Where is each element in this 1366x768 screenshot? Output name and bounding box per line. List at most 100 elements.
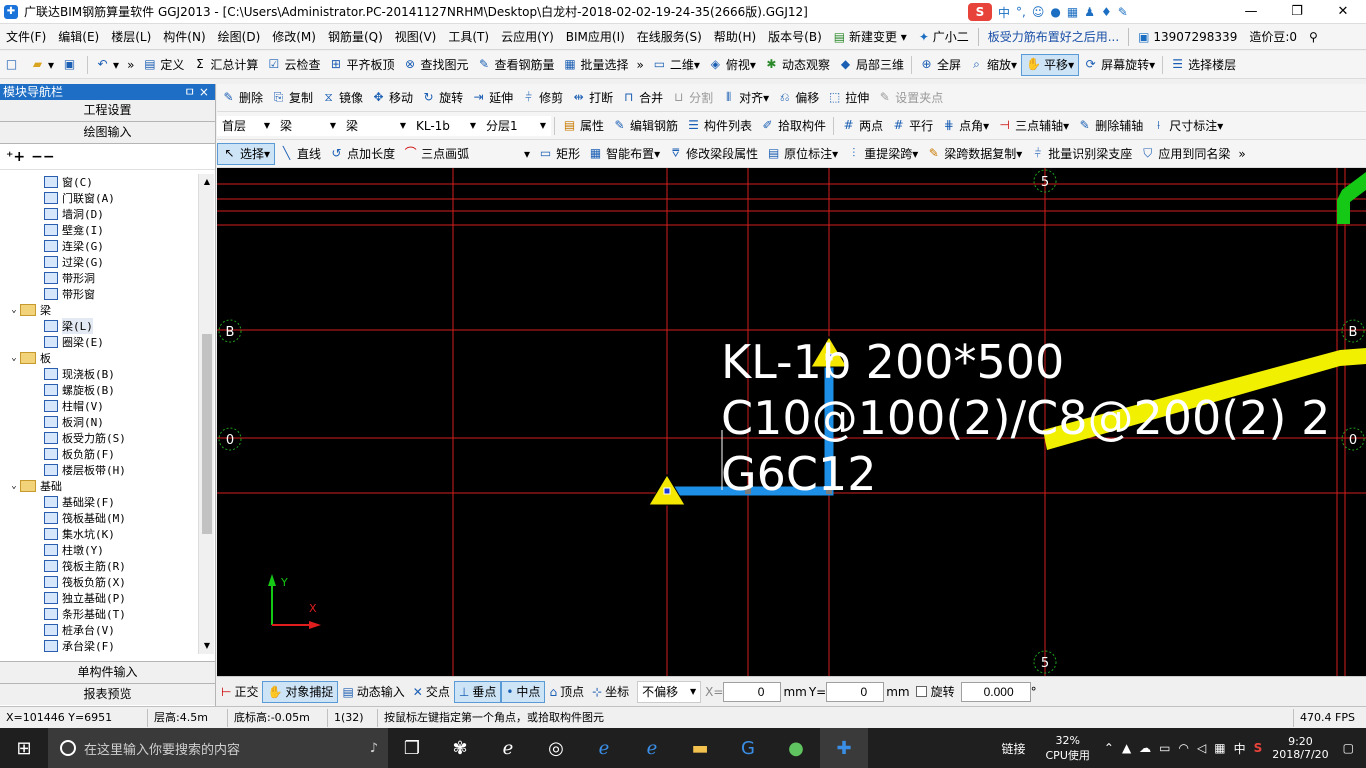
more-icon[interactable]: »	[1234, 143, 1249, 165]
properties-button[interactable]: ▤ 属性	[558, 115, 608, 137]
sogou-tray-icon[interactable]: S	[1254, 741, 1263, 755]
point-length-button[interactable]: ↺ 点加长度	[325, 143, 399, 165]
type-select-2[interactable]: 梁 ▼	[341, 115, 411, 136]
single-component-input-button[interactable]: 单构件输入	[0, 661, 215, 683]
tree-item[interactable]: 楼层板带(H)	[0, 462, 198, 478]
undo-button[interactable]: ↶ ▾	[91, 54, 123, 76]
pin-close-icon[interactable]: ㅁ ×	[184, 84, 215, 100]
view-rebar-button[interactable]: ✎ 查看钢筋量	[472, 54, 558, 76]
green-beam[interactable]	[1337, 172, 1366, 224]
new-button[interactable]: □	[0, 54, 26, 76]
tree-item[interactable]: 筏板负筋(X)	[0, 574, 198, 590]
batch-identify-support-button[interactable]: ⫩ 批量识别梁支座	[1026, 143, 1136, 165]
pan-button[interactable]: ✋ 平移 ▾	[1021, 53, 1080, 76]
cloud-check-button[interactable]: ☑ 云检查	[262, 54, 324, 76]
beam-label-name[interactable]: KL-1b 200*500	[721, 335, 1064, 389]
screen-rotate-dropdown[interactable]: ⟳ 屏幕旋转 ▾	[1079, 54, 1159, 76]
tree-expand-collapse[interactable]: ⁺+ −−	[0, 144, 215, 170]
tree-item[interactable]: 螺旋板(B)	[0, 382, 198, 398]
smile-icon[interactable]: ☺	[1032, 5, 1045, 19]
chevron-down-icon[interactable]: ⌄	[8, 481, 20, 491]
ime-lang[interactable]: 中	[998, 4, 1010, 21]
menu-floor[interactable]: 楼层(L)	[105, 28, 157, 45]
tree-item[interactable]: 梁(L)	[0, 318, 198, 334]
tree-item[interactable]: 柱墩(Y)	[0, 542, 198, 558]
local-3d-button[interactable]: ◆ 局部三维	[834, 54, 908, 76]
summary-calc-button[interactable]: Σ 汇总计算	[188, 54, 262, 76]
account-phone[interactable]: ▣ 13907298339	[1132, 30, 1243, 44]
component-list-button[interactable]: ☰ 构件列表	[682, 115, 756, 137]
volume-icon[interactable]: ◁	[1197, 741, 1206, 755]
tree-item[interactable]: 集水坑(K)	[0, 526, 198, 542]
trim-button[interactable]: ⫩ 修剪	[517, 87, 567, 109]
chevron-up-icon[interactable]: ⌃	[1104, 741, 1114, 755]
tree-item[interactable]: 过梁(G)	[0, 254, 198, 270]
view-2d-dropdown[interactable]: ▭ 二维 ▾	[648, 54, 704, 76]
browser-icon[interactable]: ◎	[532, 728, 580, 768]
drawing-input-button[interactable]: 绘图输入	[0, 122, 215, 144]
menu-version[interactable]: 版本号(B)	[762, 28, 828, 45]
ggj-app-icon[interactable]: ✚	[820, 728, 868, 768]
reextract-span-dropdown[interactable]: ⫶ 重提梁跨 ▾	[842, 143, 922, 165]
tree-item[interactable]: 连梁(G)	[0, 238, 198, 254]
keyboard-icon[interactable]: ▦	[1214, 741, 1225, 755]
tree-item[interactable]: 柱帽(V)	[0, 398, 198, 414]
top-view-dropdown[interactable]: ◈ 俯视 ▾	[704, 54, 760, 76]
open-button[interactable]: ▰ ▾	[26, 54, 58, 76]
fan-app-icon[interactable]: ✾	[436, 728, 484, 768]
dynamic-input-toggle[interactable]: ▤ 动态输入	[338, 681, 408, 703]
offset-select[interactable]: 不偏移 ▼	[637, 680, 702, 703]
modify-beam-attr-button[interactable]: ⩢ 修改梁段属性	[664, 143, 762, 165]
vertex-toggle[interactable]: ⌂ 顶点	[545, 681, 588, 703]
apply-same-name-button[interactable]: ⛉ 应用到同名梁	[1136, 143, 1234, 165]
glodon-g-icon[interactable]: G	[724, 728, 772, 768]
menu-view[interactable]: 视图(V)	[389, 28, 443, 45]
type-select-1[interactable]: 梁 ▼	[275, 115, 341, 136]
tree-item[interactable]: 带形窗	[0, 286, 198, 302]
chevron-down-icon[interactable]: ⌄	[8, 353, 20, 363]
battery-icon[interactable]: ▭	[1159, 741, 1170, 755]
beam-label-stirrup[interactable]: C10@100(2)/C8@200(2) 2	[721, 391, 1330, 445]
skin-icon[interactable]: ♦	[1101, 5, 1112, 19]
cloud-icon[interactable]: ☁	[1139, 741, 1151, 755]
ime-indicator[interactable]: 中	[1234, 740, 1246, 757]
ie-icon[interactable]: ℯ	[628, 728, 676, 768]
tools-icon[interactable]: ✎	[1118, 5, 1128, 19]
action-center-icon[interactable]: ▢	[1343, 741, 1354, 755]
beam-label-side-rebar[interactable]: G6C12	[721, 447, 877, 501]
rectangle-button[interactable]: ▭ 矩形	[534, 143, 584, 165]
object-snap-toggle[interactable]: ✋ 对象捕捉	[262, 680, 339, 703]
menu-tools[interactable]: 工具(T)	[442, 28, 495, 45]
tree-item[interactable]: 板受力筋(S)	[0, 430, 198, 446]
tree-item[interactable]: 门联窗(A)	[0, 190, 198, 206]
parallel-button[interactable]: # 平行	[887, 115, 937, 137]
mic-icon[interactable]: ♪	[370, 741, 378, 756]
keyboard-icon[interactable]: ▦	[1067, 5, 1078, 19]
wifi-icon[interactable]: ◠	[1179, 741, 1189, 755]
in-situ-mark-dropdown[interactable]: ▤ 原位标注 ▾	[762, 143, 842, 165]
y-input[interactable]	[826, 681, 885, 702]
restore-button[interactable]: ❐	[1274, 0, 1320, 24]
ime-toolbar[interactable]: S 中 °, ☺ ● ▦ ♟ ♦ ✎	[968, 3, 1128, 21]
notification-icon[interactable]: ▲	[1122, 741, 1131, 755]
ortho-toggle[interactable]: ⊢ 正交	[217, 681, 262, 703]
tree-scrollbar[interactable]: ▲ ▼	[198, 174, 214, 654]
tree-item[interactable]: 圈梁(E)	[0, 334, 198, 350]
edit-rebar-button[interactable]: ✎ 编辑钢筋	[608, 115, 682, 137]
more-icon[interactable]: »	[123, 54, 138, 76]
tree-item[interactable]: 带形洞	[0, 270, 198, 286]
midpoint-toggle[interactable]: • 中点	[501, 680, 546, 703]
task-view-icon[interactable]: ❐	[388, 728, 436, 768]
menu-draw[interactable]: 绘图(D)	[212, 28, 267, 45]
user-icon[interactable]: ♟	[1084, 5, 1095, 19]
bell-icon[interactable]: ⚲	[1303, 30, 1324, 44]
tree-item[interactable]: 板洞(N)	[0, 414, 198, 430]
point-angle-dropdown[interactable]: ⋕ 点角 ▾	[937, 115, 993, 137]
menu-edit[interactable]: 编辑(E)	[52, 28, 105, 45]
menu-component[interactable]: 构件(N)	[157, 28, 211, 45]
coordinate-toggle[interactable]: ⊹ 坐标	[588, 681, 633, 703]
tree-group[interactable]: ⌄ 基础	[0, 478, 198, 494]
perpendicular-toggle[interactable]: ⊥ 垂点	[453, 680, 502, 703]
edge-icon[interactable]: ℯ	[580, 728, 628, 768]
tree-item[interactable]: 筏板主筋(R)	[0, 558, 198, 574]
